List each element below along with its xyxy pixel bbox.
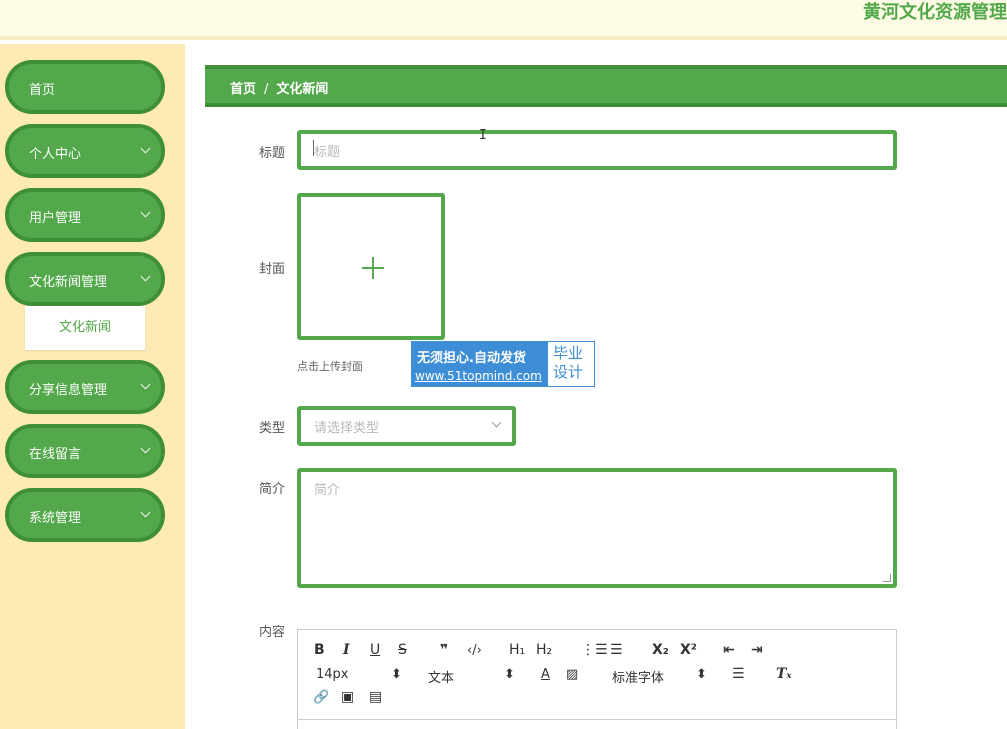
sidebar-item-home[interactable]: 首页 <box>5 60 165 114</box>
ordered-list-button[interactable]: ⋮☰ <box>581 642 608 658</box>
underline-button[interactable]: U <box>370 642 380 658</box>
sidebar-subitem-culture-news[interactable]: 文化新闻 <box>25 306 145 350</box>
cover-upload-box[interactable] <box>297 193 445 340</box>
font-family-select[interactable]: 标准字体 <box>612 667 664 686</box>
chevron-down-icon <box>140 143 151 154</box>
chevron-down-icon <box>140 207 151 218</box>
background-color-button[interactable]: ▨ <box>566 667 578 682</box>
watermark-right: 毕业 设计 <box>553 344 583 382</box>
sidebar-item-label: 首页 <box>29 83 56 98</box>
sidebar-item-personal-center[interactable]: 个人中心 <box>5 124 165 178</box>
title-input[interactable]: 标题 <box>297 130 897 170</box>
cover-label: 封面 <box>258 262 285 277</box>
sidebar-item-online-message[interactable]: 在线留言 <box>5 424 165 478</box>
top-header: 黄河文化资源管理 <box>0 0 1007 40</box>
rich-text-editor: B I U S ❞ ‹/› H₁ H₂ ⋮☰ ☰ X₂ X² ⇤ ⇥ 14px … <box>297 629 897 729</box>
sidebar-item-label: 个人中心 <box>29 147 82 162</box>
outdent-button[interactable]: ⇤ <box>723 642 735 658</box>
resize-handle-icon[interactable] <box>883 574 891 582</box>
video-button[interactable]: ▤ <box>369 689 382 705</box>
bullet-list-button[interactable]: ☰ <box>610 642 623 658</box>
text-style-select[interactable]: 文本 <box>428 667 454 686</box>
chevron-down-icon <box>140 507 151 518</box>
breadcrumb: 首页 / 文化新闻 <box>205 65 1007 107</box>
header1-button[interactable]: H₁ <box>509 642 525 658</box>
indent-button[interactable]: ⇥ <box>751 642 763 658</box>
sidebar-item-label: 系统管理 <box>29 511 82 526</box>
select-arrow-icon: ⬍ <box>504 667 515 682</box>
select-arrow-icon: ⬍ <box>391 667 402 682</box>
type-label: 类型 <box>258 421 285 436</box>
watermark-right-line2: 设计 <box>553 363 584 381</box>
title-label: 标题 <box>258 146 285 161</box>
type-placeholder: 请选择类型 <box>314 421 380 436</box>
sidebar-item-label: 分享信息管理 <box>29 383 108 398</box>
watermark-line1: 无须担心.自动发货 <box>417 351 526 366</box>
watermark-right-line1: 毕业 <box>553 344 584 362</box>
sidebar-item-system-management[interactable]: 系统管理 <box>5 488 165 542</box>
type-select[interactable]: 请选择类型 <box>297 406 516 446</box>
select-arrow-icon: ⬍ <box>696 667 707 682</box>
breadcrumb-home[interactable]: 首页 <box>230 82 256 97</box>
chevron-down-icon <box>140 379 151 390</box>
watermark-url: www.51topmind.com <box>415 369 542 383</box>
sidebar: 首页 个人中心 用户管理 文化新闻管理 文化新闻 分享信息管理 在线留言 系统管… <box>0 44 185 729</box>
chevron-down-icon <box>140 271 151 282</box>
superscript-button[interactable]: X² <box>680 642 697 658</box>
title-placeholder: 标题 <box>314 145 341 160</box>
bold-button[interactable]: B <box>314 642 325 658</box>
cover-upload-hint: 点击上传封面 <box>297 360 363 373</box>
breadcrumb-current: 文化新闻 <box>276 82 329 97</box>
ibeam-cursor-icon: I <box>479 128 487 143</box>
watermark-badge: 无须担心.自动发货 www.51topmind.com 毕业 设计 <box>411 341 595 387</box>
align-button[interactable]: ☰ <box>732 666 745 682</box>
breadcrumb-separator: / <box>264 82 269 97</box>
italic-button[interactable]: I <box>343 642 350 658</box>
subscript-button[interactable]: X₂ <box>652 642 669 658</box>
site-title: 黄河文化资源管理 <box>863 2 1007 23</box>
sidebar-item-label: 用户管理 <box>29 211 82 226</box>
code-block-button[interactable]: ‹/› <box>467 643 482 658</box>
watermark-left: 无须担心.自动发货 www.51topmind.com <box>412 342 548 386</box>
content-label: 内容 <box>258 625 285 640</box>
chevron-down-icon <box>491 417 502 428</box>
header2-button[interactable]: H₂ <box>536 642 552 658</box>
strike-button[interactable]: S <box>398 642 407 658</box>
plus-icon <box>372 257 374 279</box>
blockquote-button[interactable]: ❞ <box>440 642 448 658</box>
font-color-button[interactable]: A <box>541 667 550 682</box>
sidebar-item-label: 文化新闻管理 <box>29 275 108 290</box>
toolbar-divider <box>298 719 896 720</box>
intro-label: 简介 <box>258 482 285 497</box>
intro-placeholder: 简介 <box>314 483 341 498</box>
image-button[interactable]: ▣ <box>341 689 354 705</box>
chevron-down-icon <box>140 443 151 454</box>
sidebar-item-user-management[interactable]: 用户管理 <box>5 188 165 242</box>
sidebar-item-share-management[interactable]: 分享信息管理 <box>5 360 165 414</box>
clean-format-button[interactable]: Tₓ <box>776 666 792 682</box>
link-button[interactable]: 🔗 <box>313 690 329 705</box>
sidebar-item-news-management[interactable]: 文化新闻管理 <box>5 252 165 306</box>
sidebar-item-label: 在线留言 <box>29 447 82 462</box>
intro-textarea[interactable]: 简介 <box>297 468 897 588</box>
font-size-select[interactable]: 14px <box>316 667 349 682</box>
